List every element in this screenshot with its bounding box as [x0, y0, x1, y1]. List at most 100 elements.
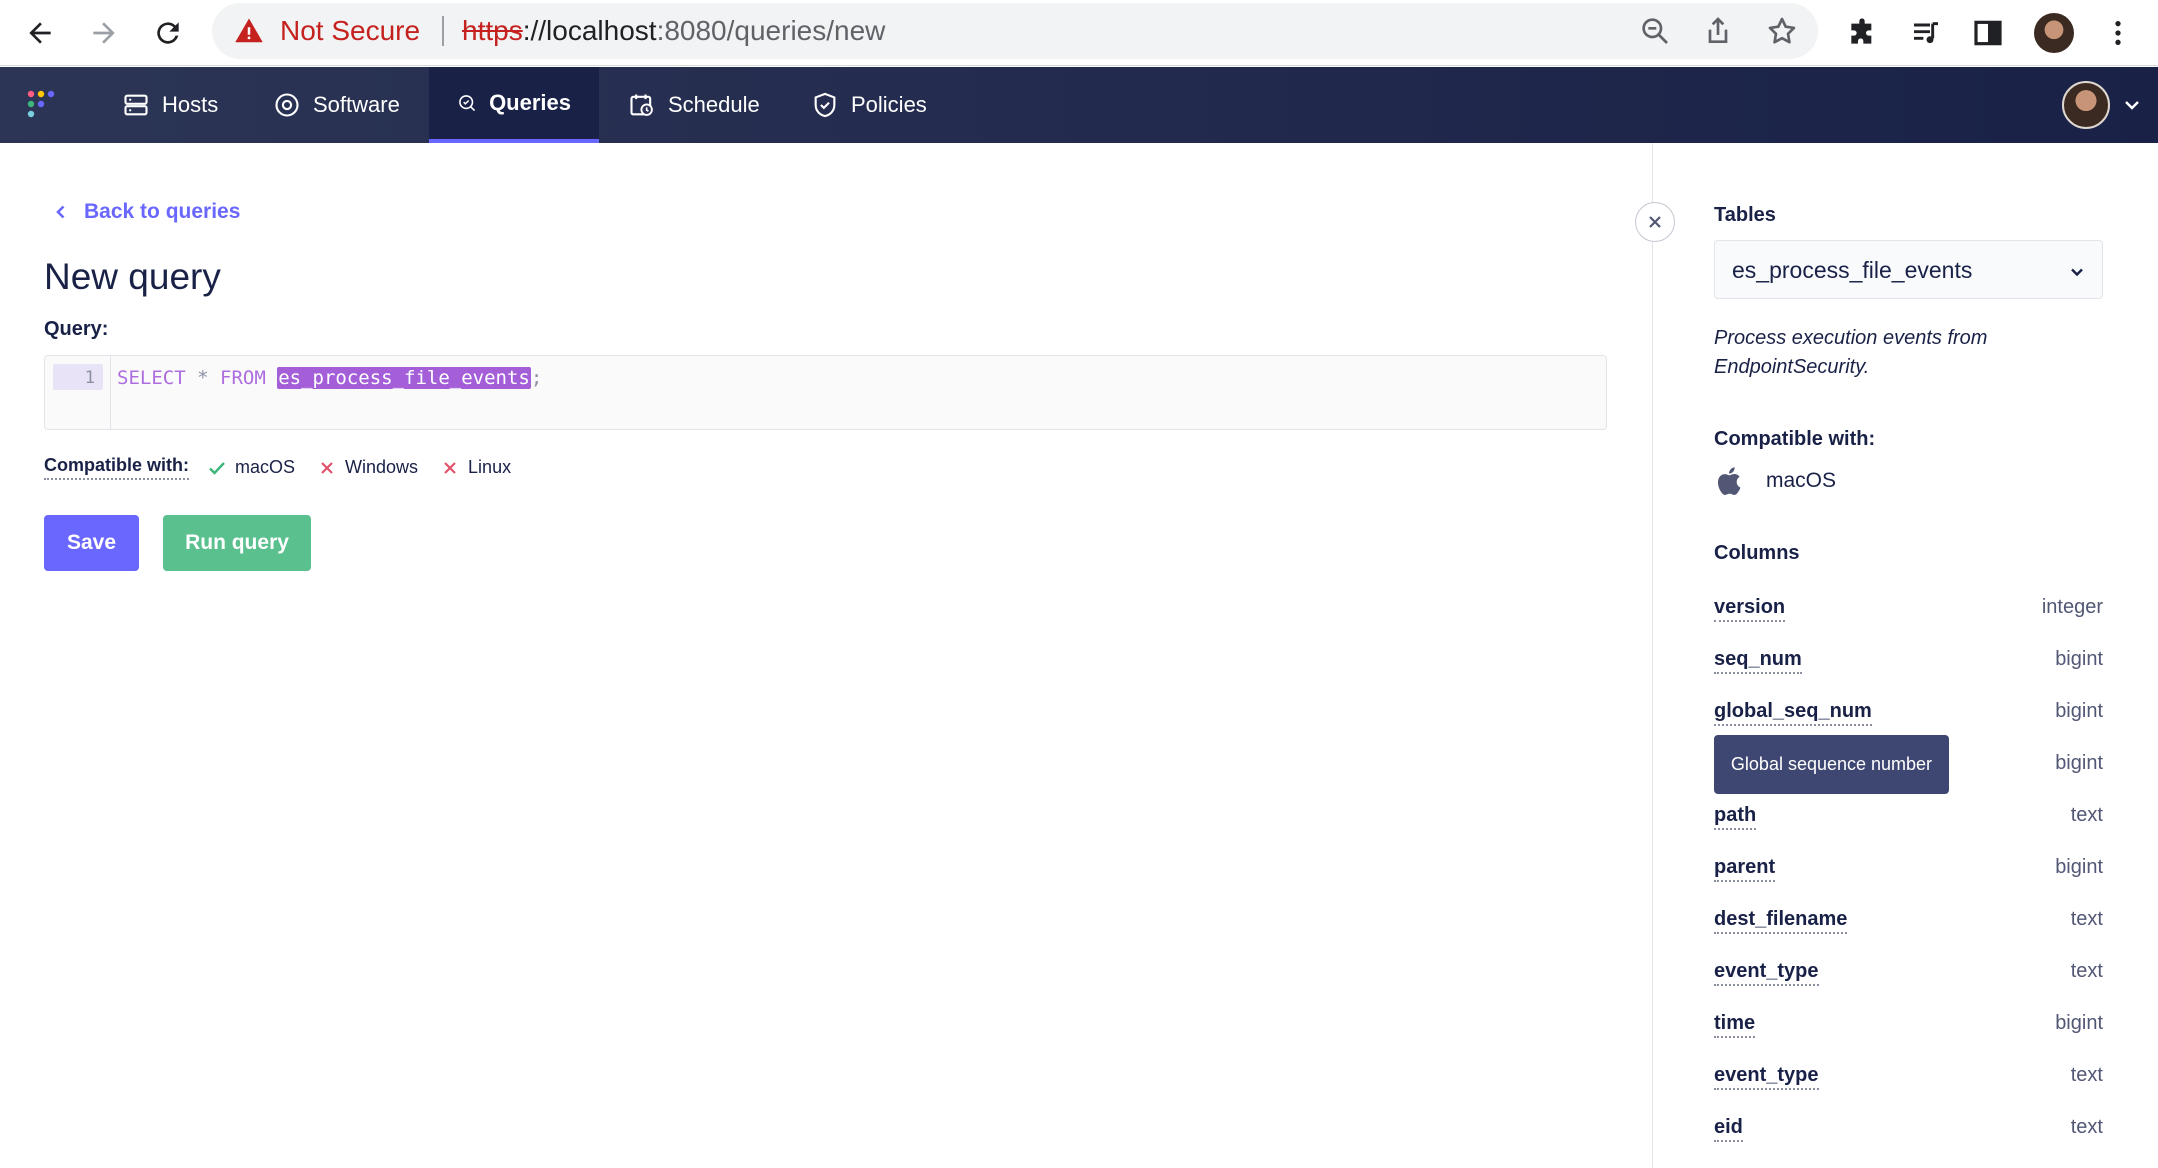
page-title: New query	[44, 256, 221, 297]
keyword-select: SELECT	[117, 367, 186, 389]
software-icon	[275, 93, 299, 117]
queries-icon	[459, 95, 476, 112]
nav-item-label: Schedule	[668, 92, 760, 117]
x-icon	[321, 461, 333, 474]
media-playlist-icon[interactable]	[1902, 9, 1950, 57]
selected-table-token: es_process_file_events	[277, 367, 531, 389]
column-type: bigint	[2055, 752, 2103, 774]
share-icon[interactable]	[1702, 15, 1734, 47]
compatibility-row: Compatible with: macOS Windows Linux	[44, 455, 533, 480]
schedule-icon	[630, 94, 653, 116]
column-tooltip: Global sequence number	[1714, 735, 1949, 794]
nav-item-schedule[interactable]: Schedule	[600, 67, 788, 143]
column-name[interactable]: version	[1714, 596, 1786, 622]
url-host: ://localhost	[522, 15, 657, 46]
nav-item-queries[interactable]: Queries	[429, 67, 599, 143]
address-bar[interactable]: Not Secure https://localhost:8080/querie…	[212, 3, 1818, 59]
nav-item-label: Queries	[489, 90, 571, 115]
table-select-dropdown[interactable]: es_process_file_events	[1714, 240, 2103, 299]
save-button[interactable]: Save	[44, 515, 139, 571]
column-row: seq_num bigint	[1714, 648, 2103, 678]
column-row: event_type text	[1714, 1064, 2103, 1094]
forward-arrow-icon[interactable]	[80, 9, 128, 57]
column-row: parent bigint	[1714, 856, 2103, 886]
browser-toolbar: Not Secure https://localhost:8080/querie…	[0, 0, 2158, 66]
platform-windows: Windows	[317, 457, 418, 478]
column-row: dest_filename text	[1714, 908, 2103, 938]
run-query-button[interactable]: Run query	[163, 515, 311, 571]
column-name[interactable]: seq_num	[1714, 648, 1802, 674]
x-icon	[444, 461, 456, 474]
user-avatar[interactable]	[2062, 81, 2110, 129]
column-name[interactable]: global_seq_num	[1714, 700, 1872, 726]
table-description: Process execution events from EndpointSe…	[1714, 327, 1988, 378]
url-text[interactable]: https://localhost:8080/queries/new	[462, 15, 885, 47]
avatar-image	[2034, 13, 2074, 53]
app-nav-bar: Hosts Software Queries Schedule Policies	[0, 67, 2158, 143]
column-name[interactable]: parent	[1714, 856, 1776, 882]
chevron-left-icon	[56, 205, 65, 219]
code-semicolon: ;	[530, 367, 543, 389]
warning-icon[interactable]	[234, 16, 264, 46]
tables-heading: Tables	[1714, 204, 1776, 226]
column-type: text	[2070, 1116, 2103, 1138]
column-type: text	[2070, 1064, 2103, 1086]
back-link-label: Back to queries	[84, 200, 241, 223]
columns-heading: Columns	[1714, 542, 1800, 564]
platform-linux: Linux	[440, 457, 511, 478]
code-line[interactable]: SELECT * FROM es_process_file_events;	[117, 363, 542, 393]
close-icon	[1649, 216, 1661, 228]
column-name[interactable]: event_type	[1714, 960, 1819, 986]
platform-label: Windows	[345, 457, 419, 477]
column-type: integer	[2041, 596, 2103, 618]
selected-table-value: es_process_file_events	[1732, 257, 1973, 283]
column-row: time bigint	[1714, 1012, 2103, 1042]
bookmark-star-icon[interactable]	[1766, 15, 1798, 47]
column-name[interactable]: time	[1714, 1012, 1756, 1038]
column-name[interactable]: dest_filename	[1714, 908, 1848, 934]
nav-item-label: Software	[313, 92, 400, 117]
security-label[interactable]: Not Secure	[280, 15, 420, 47]
compat-heading: Compatible with:	[1714, 428, 1876, 450]
line-number: 1	[53, 364, 103, 390]
side-panel-icon[interactable]	[1964, 9, 2012, 57]
close-sidebar-button[interactable]	[1635, 202, 1675, 242]
chevron-down-icon[interactable]	[2122, 95, 2142, 115]
zoom-icon[interactable]	[1639, 15, 1671, 47]
back-to-queries-link[interactable]: Back to queries	[52, 200, 240, 224]
column-name[interactable]: eid	[1714, 1116, 1743, 1142]
profile-avatar[interactable]	[2030, 9, 2078, 57]
platform-label: Linux	[468, 457, 512, 477]
fleet-logo-icon[interactable]	[26, 89, 60, 123]
extensions-puzzle-icon[interactable]	[1838, 9, 1886, 57]
code-star: *	[197, 367, 209, 389]
column-type: bigint	[2055, 1012, 2103, 1034]
column-type: bigint	[2055, 648, 2103, 670]
keyword-from: FROM	[220, 367, 266, 389]
url-path: :8080/queries/new	[656, 15, 886, 46]
column-name[interactable]: event_type	[1714, 1064, 1819, 1090]
reload-icon[interactable]	[144, 9, 192, 57]
nav-item-hosts[interactable]: Hosts	[94, 67, 246, 143]
nav-item-policies[interactable]: Policies	[783, 67, 955, 143]
column-name[interactable]: path	[1714, 804, 1757, 830]
platform-label: macOS	[235, 457, 296, 477]
policies-icon	[814, 92, 836, 118]
column-type: bigint	[2055, 856, 2103, 878]
column-type: text	[2070, 804, 2103, 826]
column-row: version integer	[1714, 596, 2103, 626]
back-arrow-icon[interactable]	[16, 9, 64, 57]
os-compat-item: macOS	[1714, 465, 1836, 497]
column-row: path text	[1714, 804, 2103, 834]
column-type: text	[2070, 908, 2103, 930]
editor-gutter: 1	[45, 356, 111, 429]
more-options-icon[interactable]	[2094, 9, 2142, 57]
nav-item-software[interactable]: Software	[245, 67, 428, 143]
compatible-with-label[interactable]: Compatible with:	[44, 455, 189, 480]
chevron-down-icon	[2071, 268, 2083, 277]
omnibox-divider	[442, 16, 444, 46]
url-scheme: https	[462, 15, 523, 46]
sql-editor[interactable]: 1 SELECT * FROM es_process_file_events;	[44, 355, 1607, 430]
nav-item-label: Hosts	[162, 92, 219, 117]
column-row: eid text	[1714, 1116, 2103, 1146]
